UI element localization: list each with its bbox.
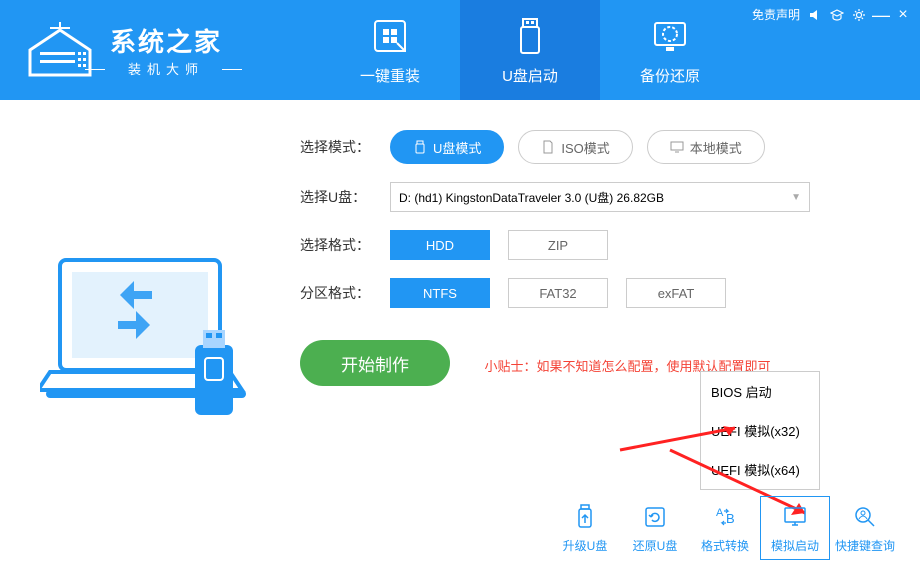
tab-label: 备份还原 — [640, 65, 700, 86]
partition-ntfs-button[interactable]: NTFS — [390, 278, 490, 308]
partition-row: 分区格式： NTFS FAT32 exFAT — [300, 278, 880, 308]
mode-row: 选择模式： U盘模式 ISO模式 本地模式 — [300, 130, 880, 164]
bottom-toolbar: 升级U盘 还原U盘 AB 格式转换 模拟启动 快捷键查询 — [550, 496, 900, 560]
popup-bios[interactable]: BIOS 启动 — [701, 372, 819, 411]
logo-subtitle: 装机大师 — [110, 59, 222, 78]
tool-label: 快捷键查询 — [835, 537, 895, 554]
tab-reinstall[interactable]: 一键重装 — [320, 0, 460, 100]
tool-label: 升级U盘 — [563, 537, 608, 554]
mode-usb-button[interactable]: U盘模式 — [390, 130, 504, 164]
close-icon[interactable]: × — [896, 8, 910, 22]
udisk-row: 选择U盘： D: (hd1) KingstonDataTraveler 3.0 … — [300, 182, 880, 212]
mode-label: 选择模式： — [300, 137, 390, 157]
search-person-icon — [851, 503, 879, 531]
main-tabs: 一键重装 U盘启动 备份还原 — [320, 0, 740, 100]
titlebar: 免责声明 — × — [752, 6, 910, 23]
backup-icon — [649, 15, 691, 57]
tab-label: U盘启动 — [502, 65, 558, 86]
tab-usb-boot[interactable]: U盘启动 — [460, 0, 600, 100]
tool-hotkey[interactable]: 快捷键查询 — [830, 496, 900, 560]
speaker-icon[interactable] — [808, 8, 822, 22]
tool-upgrade[interactable]: 升级U盘 — [550, 496, 620, 560]
udisk-label: 选择U盘： — [300, 187, 390, 207]
svg-text:B: B — [726, 511, 735, 526]
svg-text:A: A — [716, 507, 724, 519]
mode-local-button[interactable]: 本地模式 — [647, 130, 765, 164]
convert-icon: AB — [711, 503, 739, 531]
tool-label: 模拟启动 — [771, 537, 819, 554]
udisk-value: D: (hd1) KingstonDataTraveler 3.0 (U盘) 2… — [399, 189, 664, 206]
mode-iso-button[interactable]: ISO模式 — [518, 130, 632, 164]
file-icon — [541, 140, 555, 154]
popup-uefi64[interactable]: UEFI 模拟(x64) — [701, 450, 819, 489]
house-logo-icon — [20, 20, 100, 80]
restore-icon — [641, 503, 669, 531]
minimize-icon[interactable]: — — [874, 8, 888, 22]
reinstall-icon — [369, 15, 411, 57]
tab-backup[interactable]: 备份还原 — [600, 0, 740, 100]
tool-label: 还原U盘 — [633, 537, 678, 554]
gear-icon[interactable] — [852, 8, 866, 22]
partition-exfat-button[interactable]: exFAT — [626, 278, 726, 308]
tool-restore[interactable]: 还原U盘 — [620, 496, 690, 560]
udisk-select[interactable]: D: (hd1) KingstonDataTraveler 3.0 (U盘) 2… — [390, 182, 810, 212]
usb-small-icon — [413, 140, 427, 154]
mode-btn-label: U盘模式 — [433, 138, 481, 157]
illustration-panel — [0, 100, 300, 580]
simulate-popup: BIOS 启动 UEFI 模拟(x32) UEFI 模拟(x64) — [700, 371, 820, 490]
chevron-down-icon: ▼ — [791, 192, 801, 203]
format-zip-button[interactable]: ZIP — [508, 230, 608, 260]
format-hdd-button[interactable]: HDD — [390, 230, 490, 260]
tab-label: 一键重装 — [360, 65, 420, 86]
graduation-icon[interactable] — [830, 8, 844, 22]
tip-prefix: 小贴士： — [484, 359, 536, 374]
partition-fat32-button[interactable]: FAT32 — [508, 278, 608, 308]
popup-uefi32[interactable]: UEFI 模拟(x32) — [701, 411, 819, 450]
tool-convert[interactable]: AB 格式转换 — [690, 496, 760, 560]
monitor-icon — [781, 503, 809, 531]
header: 系统之家 装机大师 一键重装 U盘启动 备份还原 免责声明 — × — [0, 0, 920, 100]
tool-label: 格式转换 — [701, 537, 749, 554]
format-row: 选择格式： HDD ZIP — [300, 230, 880, 260]
tool-simulate[interactable]: 模拟启动 — [760, 496, 830, 560]
usb-up-icon — [571, 503, 599, 531]
settings-panel: 选择模式： U盘模式 ISO模式 本地模式 选择U盘： D: (hd1) Kin… — [300, 100, 920, 580]
mode-btn-label: ISO模式 — [561, 138, 609, 157]
partition-label: 分区格式： — [300, 283, 390, 303]
format-label: 选择格式： — [300, 235, 390, 255]
logo-title: 系统之家 — [110, 22, 222, 59]
laptop-usb-illustration-icon — [40, 250, 260, 430]
start-button[interactable]: 开始制作 — [300, 340, 450, 386]
disclaimer-link[interactable]: 免责声明 — [752, 6, 800, 23]
usb-icon — [509, 15, 551, 57]
mode-btn-label: 本地模式 — [690, 138, 742, 157]
monitor-icon — [670, 140, 684, 154]
content: 选择模式： U盘模式 ISO模式 本地模式 选择U盘： D: (hd1) Kin… — [0, 100, 920, 580]
logo: 系统之家 装机大师 — [0, 20, 300, 80]
